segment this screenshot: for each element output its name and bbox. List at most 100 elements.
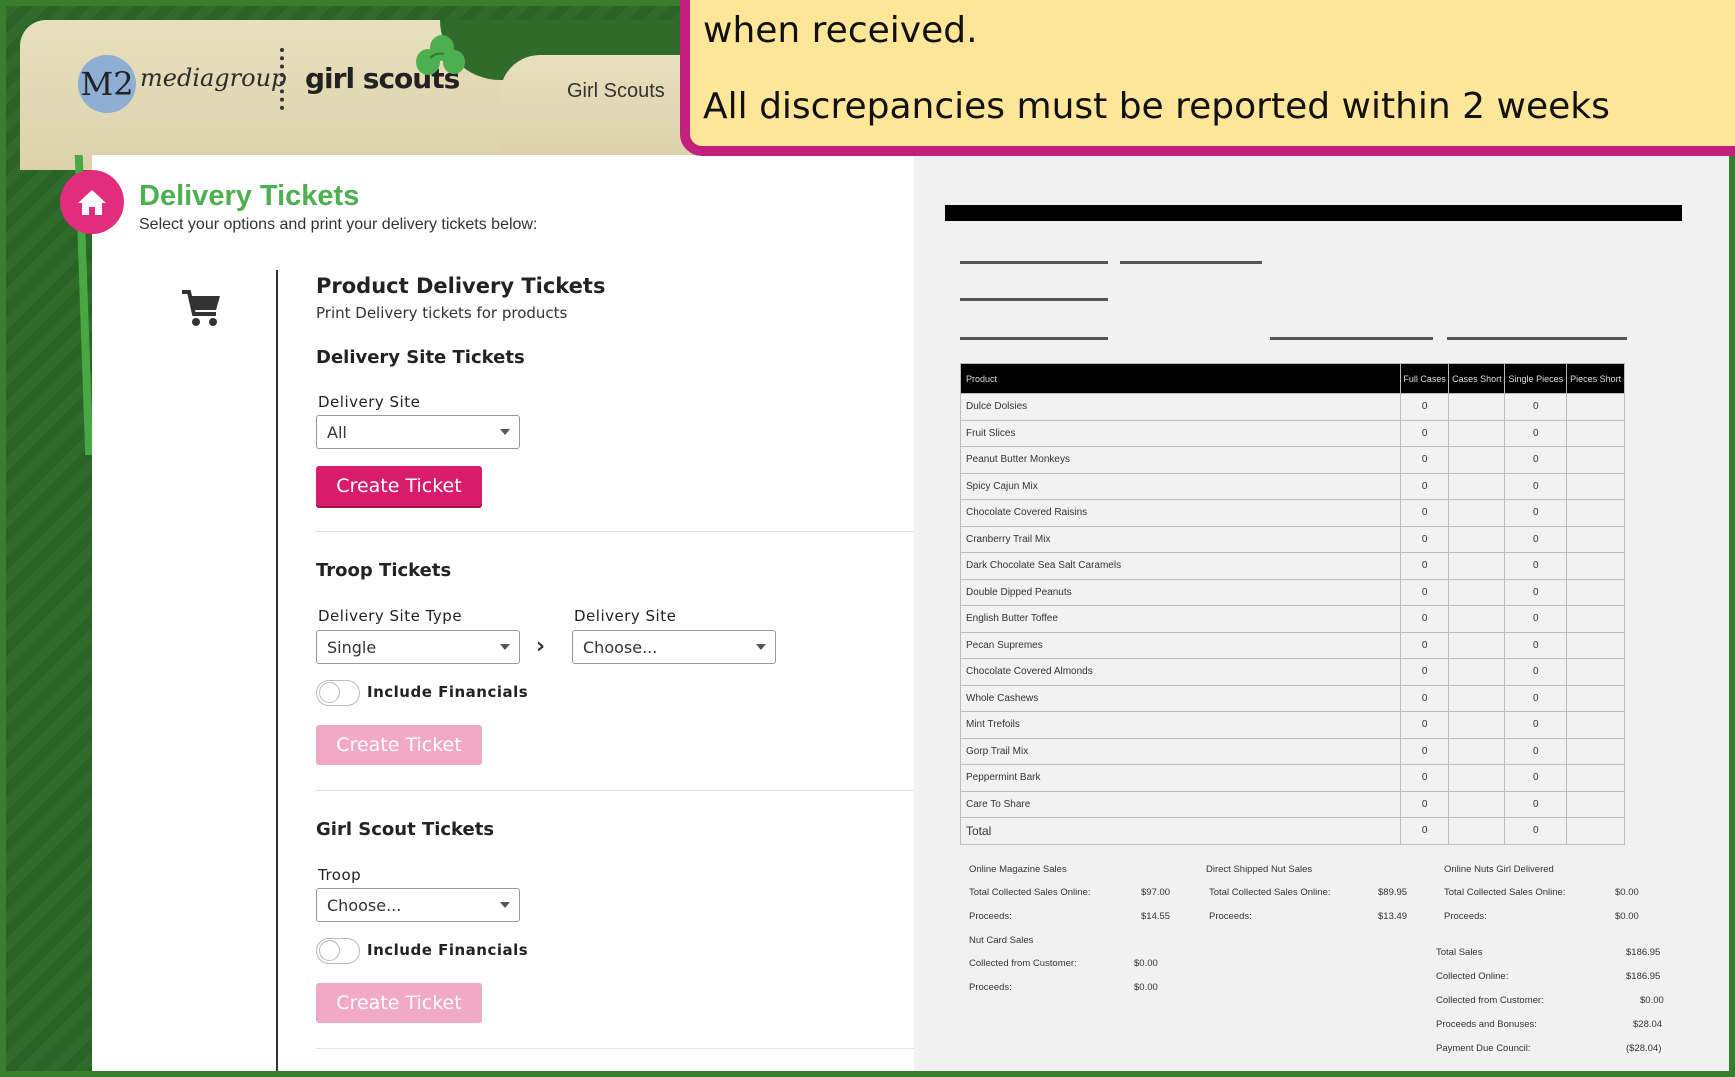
table-cell [1566, 552, 1625, 580]
home-button[interactable] [60, 170, 124, 234]
table-cell: 0 [1399, 605, 1450, 633]
table-cell: 0 [1399, 711, 1450, 739]
blank-line [1120, 261, 1262, 264]
section-divider [316, 1048, 914, 1049]
table-cell [1566, 446, 1625, 474]
delivery-site-type-value: Single [327, 638, 377, 657]
product-name-cell: Whole Cashews [960, 684, 1401, 712]
table-row: Care To Share 0 0 [960, 790, 1625, 818]
m2-logo[interactable]: M2 [78, 55, 136, 113]
troop-select[interactable]: Choose... [316, 888, 520, 922]
product-name-cell: Pecan Supremes [960, 631, 1401, 659]
girl-scout-include-financials-label: Include Financials [367, 941, 529, 959]
summary-label: Total Collected Sales Online: [1444, 887, 1566, 898]
table-cell [1566, 499, 1625, 527]
table-cell: 0 [1504, 552, 1568, 580]
callout-line-2: All discrepancies must be reported withi… [703, 86, 1610, 127]
table-cell [1566, 711, 1625, 739]
table-cell: 0 [1399, 578, 1450, 606]
summary-label: Direct Shipped Nut Sales [1206, 864, 1313, 875]
table-cell [1448, 552, 1506, 580]
summary-label: Total Sales [1436, 947, 1483, 958]
summary-value: ($28.04) [1626, 1043, 1662, 1054]
create-ticket-troop-button[interactable]: Create Ticket [316, 725, 482, 765]
summary-label: Proceeds: [969, 911, 1012, 922]
col-cases-short: Cases Short [1448, 363, 1506, 394]
toggle-knob [319, 682, 340, 703]
table-cell [1566, 817, 1625, 845]
delivery-site-type-label: Delivery Site Type [318, 607, 463, 625]
chevron-down-icon [500, 644, 510, 650]
table-cell [1448, 472, 1506, 500]
product-table-header: Product Full Cases Cases Short Single Pi… [960, 363, 1625, 394]
product-name-cell: Dark Chocolate Sea Salt Caramels [960, 552, 1401, 580]
table-row: Mint Trefoils 0 0 [960, 711, 1625, 739]
table-cell: 0 [1504, 605, 1568, 633]
table-cell: 0 [1504, 658, 1568, 686]
create-ticket-delivery-site-button[interactable]: Create Ticket [316, 466, 482, 506]
summary-value: $28.04 [1633, 1019, 1663, 1030]
summary-value: $0.00 [1640, 995, 1664, 1006]
delivery-site-select[interactable]: All [316, 415, 520, 449]
table-row: Chocolate Covered Almonds 0 0 [960, 658, 1625, 686]
table-cell: 0 [1399, 472, 1450, 500]
summary-label: Online Magazine Sales [969, 864, 1067, 875]
table-row: Gorp Trail Mix 0 0 [960, 737, 1625, 765]
blank-line [1447, 337, 1627, 340]
summary-label: Total Collected Sales Online: [969, 887, 1091, 898]
troop-delivery-site-select[interactable]: Choose... [572, 630, 776, 664]
product-name-cell: Double Dipped Peanuts [960, 578, 1401, 606]
table-cell [1566, 393, 1625, 421]
summary-label: Proceeds: [1209, 911, 1252, 922]
delivery-site-type-select[interactable]: Single [316, 630, 520, 664]
summary-value: $0.00 [1134, 982, 1158, 993]
table-cell [1448, 658, 1506, 686]
table-cell: 0 [1504, 525, 1568, 553]
troop-label: Troop [318, 866, 362, 884]
trefoil-icon [416, 35, 465, 75]
product-name-cell: Mint Trefoils [960, 711, 1401, 739]
table-row: Dark Chocolate Sea Salt Caramels 0 0 [960, 552, 1625, 580]
table-cell: 0 [1504, 419, 1568, 447]
delivery-site-label: Delivery Site [318, 393, 421, 411]
table-cell [1448, 817, 1506, 845]
table-cell [1448, 631, 1506, 659]
product-name-cell: Peanut Butter Monkeys [960, 446, 1401, 474]
troop-tickets-title: Troop Tickets [316, 560, 452, 581]
girl-scout-include-financials-toggle[interactable] [316, 938, 360, 964]
summary-label: Total Collected Sales Online: [1209, 887, 1331, 898]
table-cell [1448, 711, 1506, 739]
blank-line [960, 261, 1108, 264]
table-cell [1566, 631, 1625, 659]
table-cell [1448, 419, 1506, 447]
table-cell: 0 [1399, 737, 1450, 765]
table-cell: 0 [1399, 631, 1450, 659]
summary-label: Proceeds and Bonuses: [1436, 1019, 1537, 1030]
table-cell [1566, 525, 1625, 553]
table-row: Fruit Slices 0 0 [960, 419, 1625, 447]
mediagroup-logo-text: mediagroup [140, 64, 287, 92]
table-cell: 0 [1399, 419, 1450, 447]
table-cell: 0 [1399, 446, 1450, 474]
blank-line [960, 298, 1108, 301]
delivery-ticket-preview: Product Full Cases Cases Short Single Pi… [914, 150, 1729, 1071]
table-cell: 0 [1399, 684, 1450, 712]
product-section-title: Product Delivery Tickets [316, 274, 606, 298]
table-cell: 0 [1504, 684, 1568, 712]
troop-include-financials-toggle[interactable] [316, 680, 360, 706]
product-name-cell: Peppermint Bark [960, 764, 1401, 792]
create-ticket-girl-scout-button[interactable]: Create Ticket [316, 983, 482, 1023]
col-single-pieces: Single Pieces [1504, 363, 1568, 394]
table-cell: 0 [1399, 790, 1450, 818]
table-cell [1566, 790, 1625, 818]
callout-line-1: when received. [703, 10, 978, 51]
troop-delivery-site-value: Choose... [583, 638, 658, 657]
table-cell: 0 [1399, 817, 1450, 845]
table-cell [1448, 737, 1506, 765]
table-cell [1566, 578, 1625, 606]
summary-label: Proceeds: [969, 982, 1012, 993]
chevron-right-icon: › [536, 634, 546, 659]
table-row: Peppermint Bark 0 0 [960, 764, 1625, 792]
tab-girl-scouts[interactable]: Girl Scouts [567, 80, 665, 103]
table-cell [1448, 790, 1506, 818]
